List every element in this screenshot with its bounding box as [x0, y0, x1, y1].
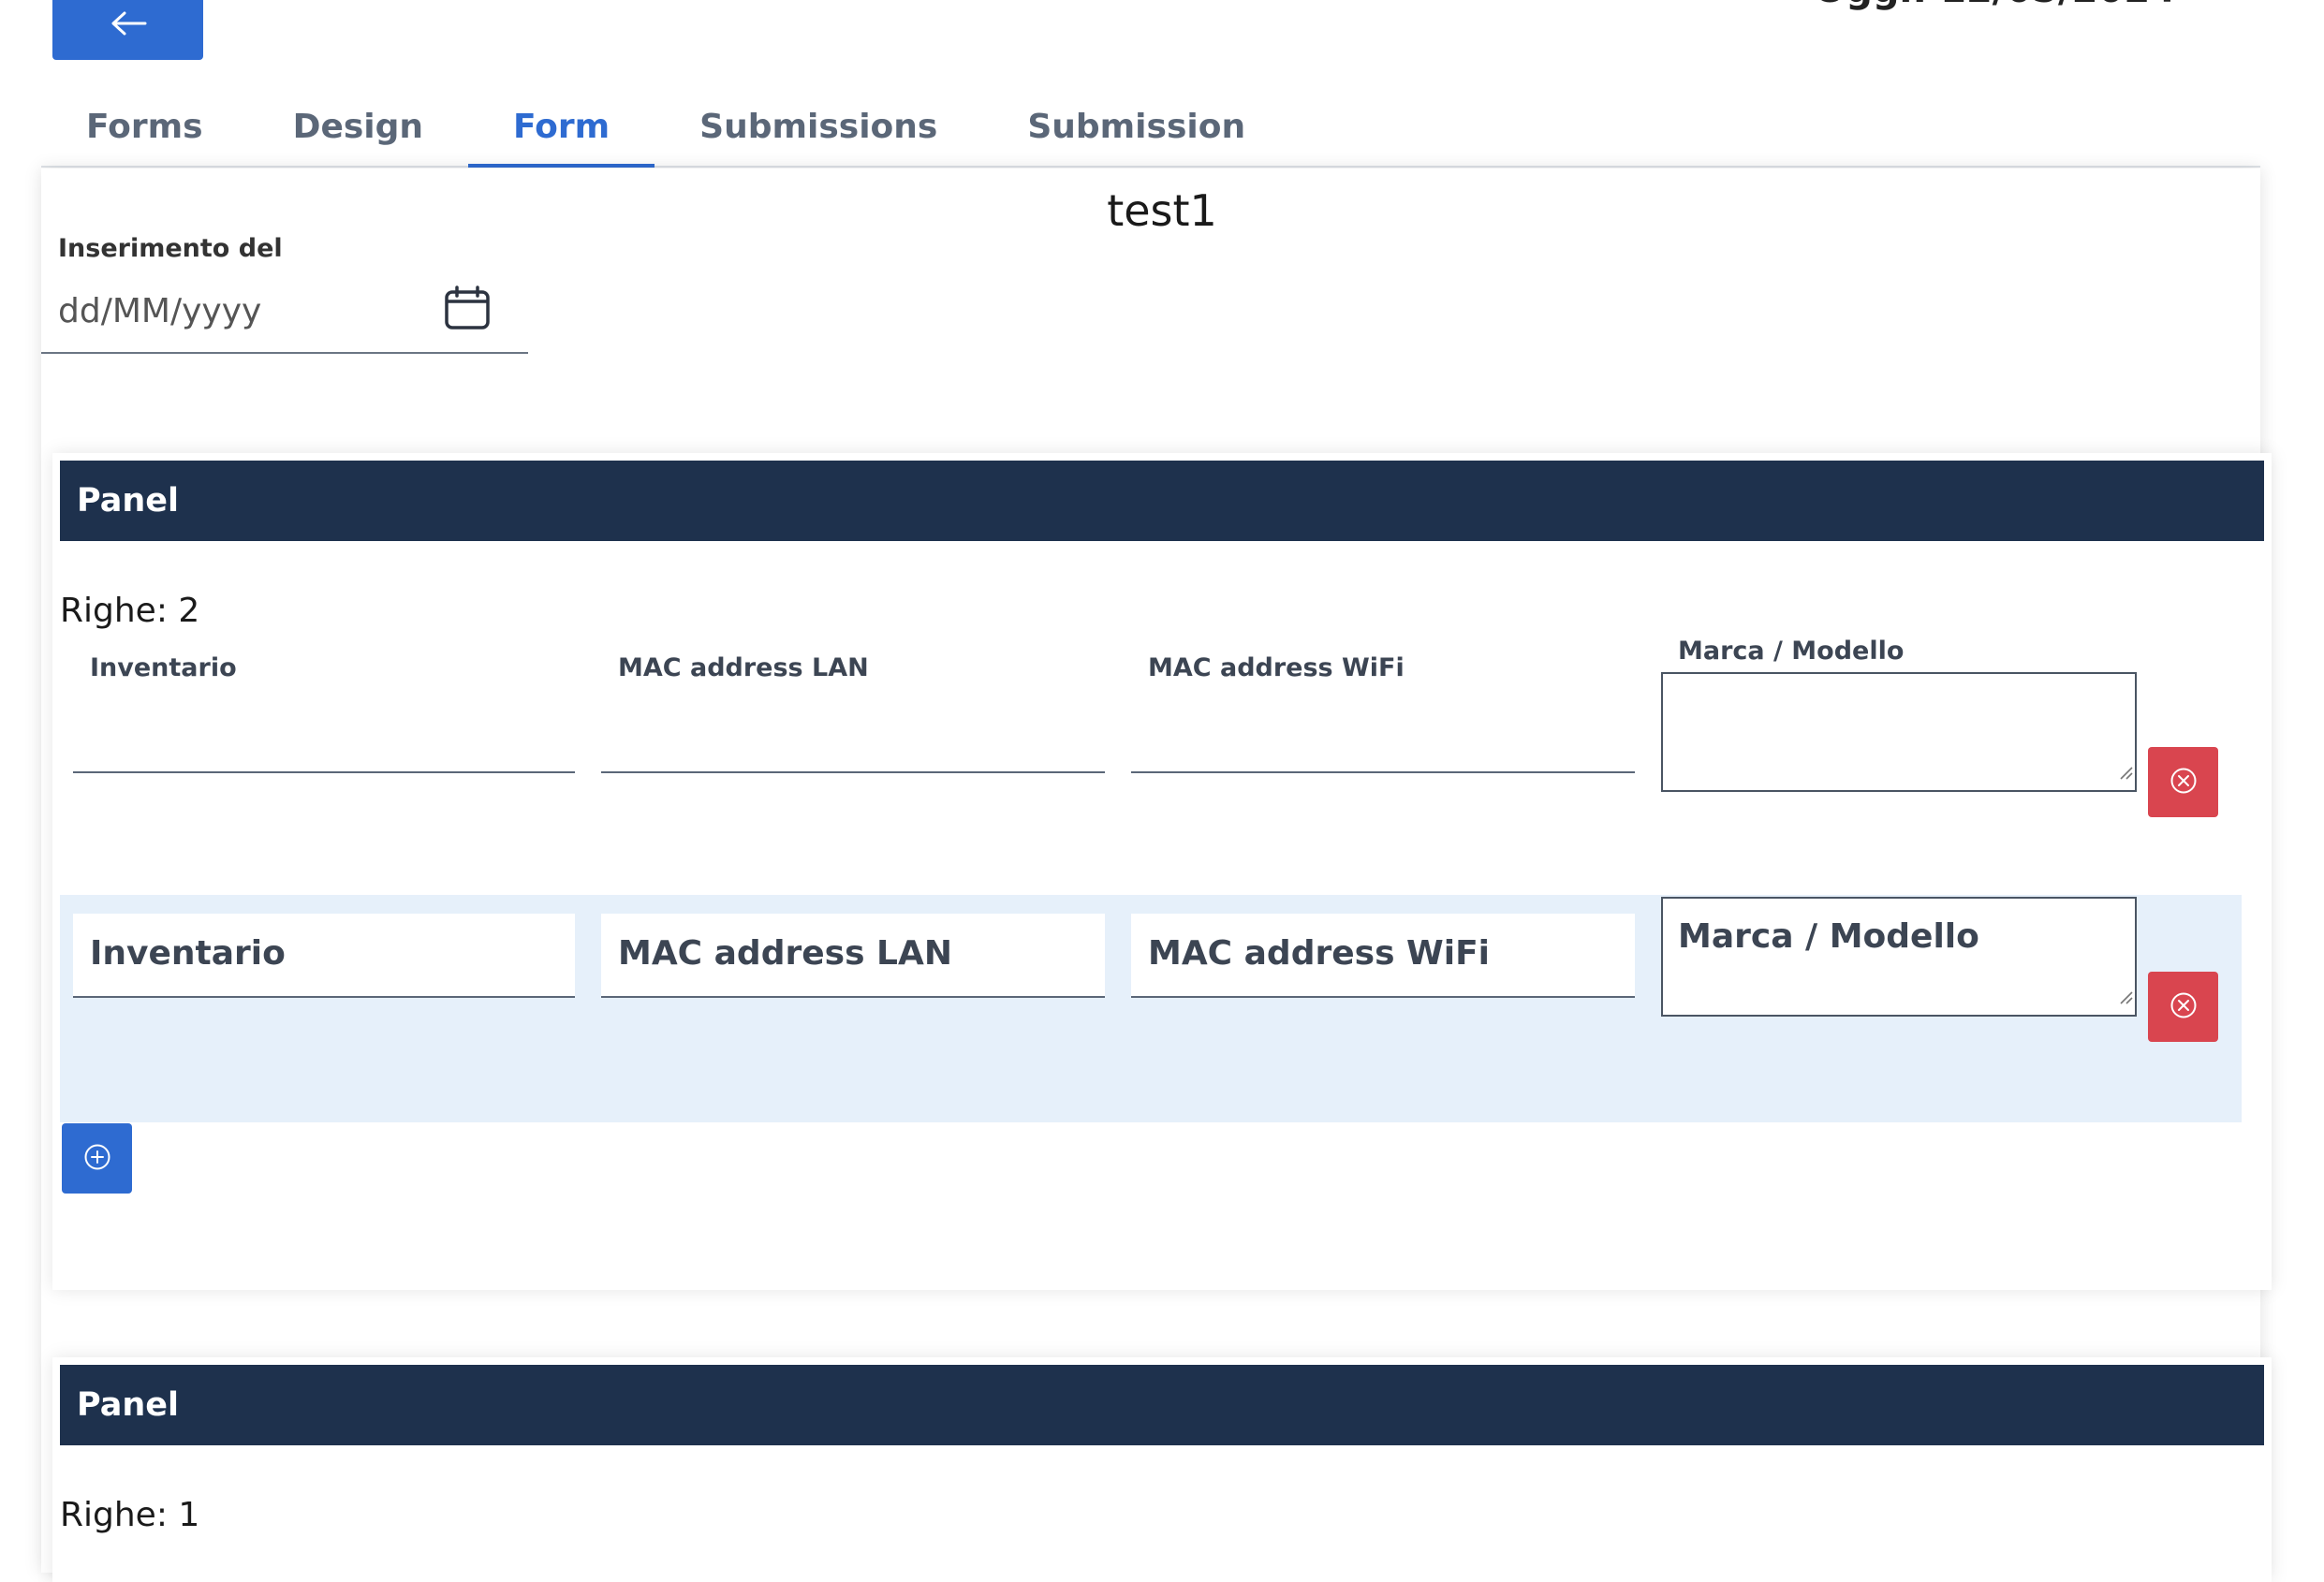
column-label-mac-wifi: MAC address WiFi	[1148, 653, 1405, 682]
mac-lan-input-row2[interactable]: MAC address LAN	[601, 914, 1105, 998]
calendar-icon[interactable]	[444, 285, 491, 335]
remove-row-button[interactable]	[2148, 747, 2218, 817]
mac-wifi-input-row1[interactable]	[1131, 708, 1635, 773]
resize-grip-icon[interactable]	[2118, 750, 2133, 788]
column-label-inventario: Inventario	[90, 653, 237, 682]
inventario-input-row1[interactable]	[73, 708, 575, 773]
tab-bar: Forms Design Form Submissions Submission	[41, 88, 2260, 168]
panel-header: Panel	[60, 461, 2264, 541]
tab-submissions[interactable]: Submissions	[655, 88, 982, 166]
marca-modello-textarea-row2[interactable]: Marca / Modello	[1661, 897, 2137, 1017]
column-label-mac-lan: MAC address LAN	[618, 653, 869, 682]
panel-header: Panel	[60, 1365, 2264, 1445]
tab-submission[interactable]: Submission	[982, 88, 1290, 166]
close-circle-icon	[2170, 991, 2198, 1023]
panel-2: Panel Righe: 1	[52, 1357, 2272, 1582]
resize-grip-icon[interactable]	[2118, 974, 2133, 1013]
marca-modello-textarea-row1[interactable]	[1661, 672, 2137, 792]
plus-circle-icon	[83, 1143, 111, 1175]
date-field-label: Inserimento del	[58, 234, 283, 263]
arrow-left-icon	[110, 10, 147, 40]
column-label-marca-modello: Marca / Modello	[1678, 637, 1905, 666]
mac-lan-input-row1[interactable]	[601, 708, 1105, 773]
rows-count: Righe: 2	[60, 592, 200, 630]
remove-row-button[interactable]	[2148, 972, 2218, 1042]
panel-1: Panel Righe: 2 Inventario MAC address LA…	[52, 453, 2272, 1290]
today-date: Oggi: 12/05/2024	[1814, 0, 2176, 11]
marca-modello-placeholder: Marca / Modello	[1678, 917, 1979, 956]
tab-design[interactable]: Design	[248, 88, 468, 166]
inventario-input-row2[interactable]: Inventario	[73, 914, 575, 998]
add-row-button[interactable]	[62, 1123, 132, 1194]
date-placeholder: dd/MM/yyyy	[58, 292, 262, 330]
rows-count: Righe: 1	[60, 1496, 200, 1534]
tab-forms[interactable]: Forms	[41, 88, 248, 166]
date-field[interactable]: dd/MM/yyyy	[41, 271, 528, 354]
back-button[interactable]	[52, 0, 203, 60]
tab-form[interactable]: Form	[468, 88, 655, 168]
form-title: test1	[1107, 185, 1217, 236]
close-circle-icon	[2170, 767, 2198, 798]
mac-wifi-input-row2[interactable]: MAC address WiFi	[1131, 914, 1635, 998]
